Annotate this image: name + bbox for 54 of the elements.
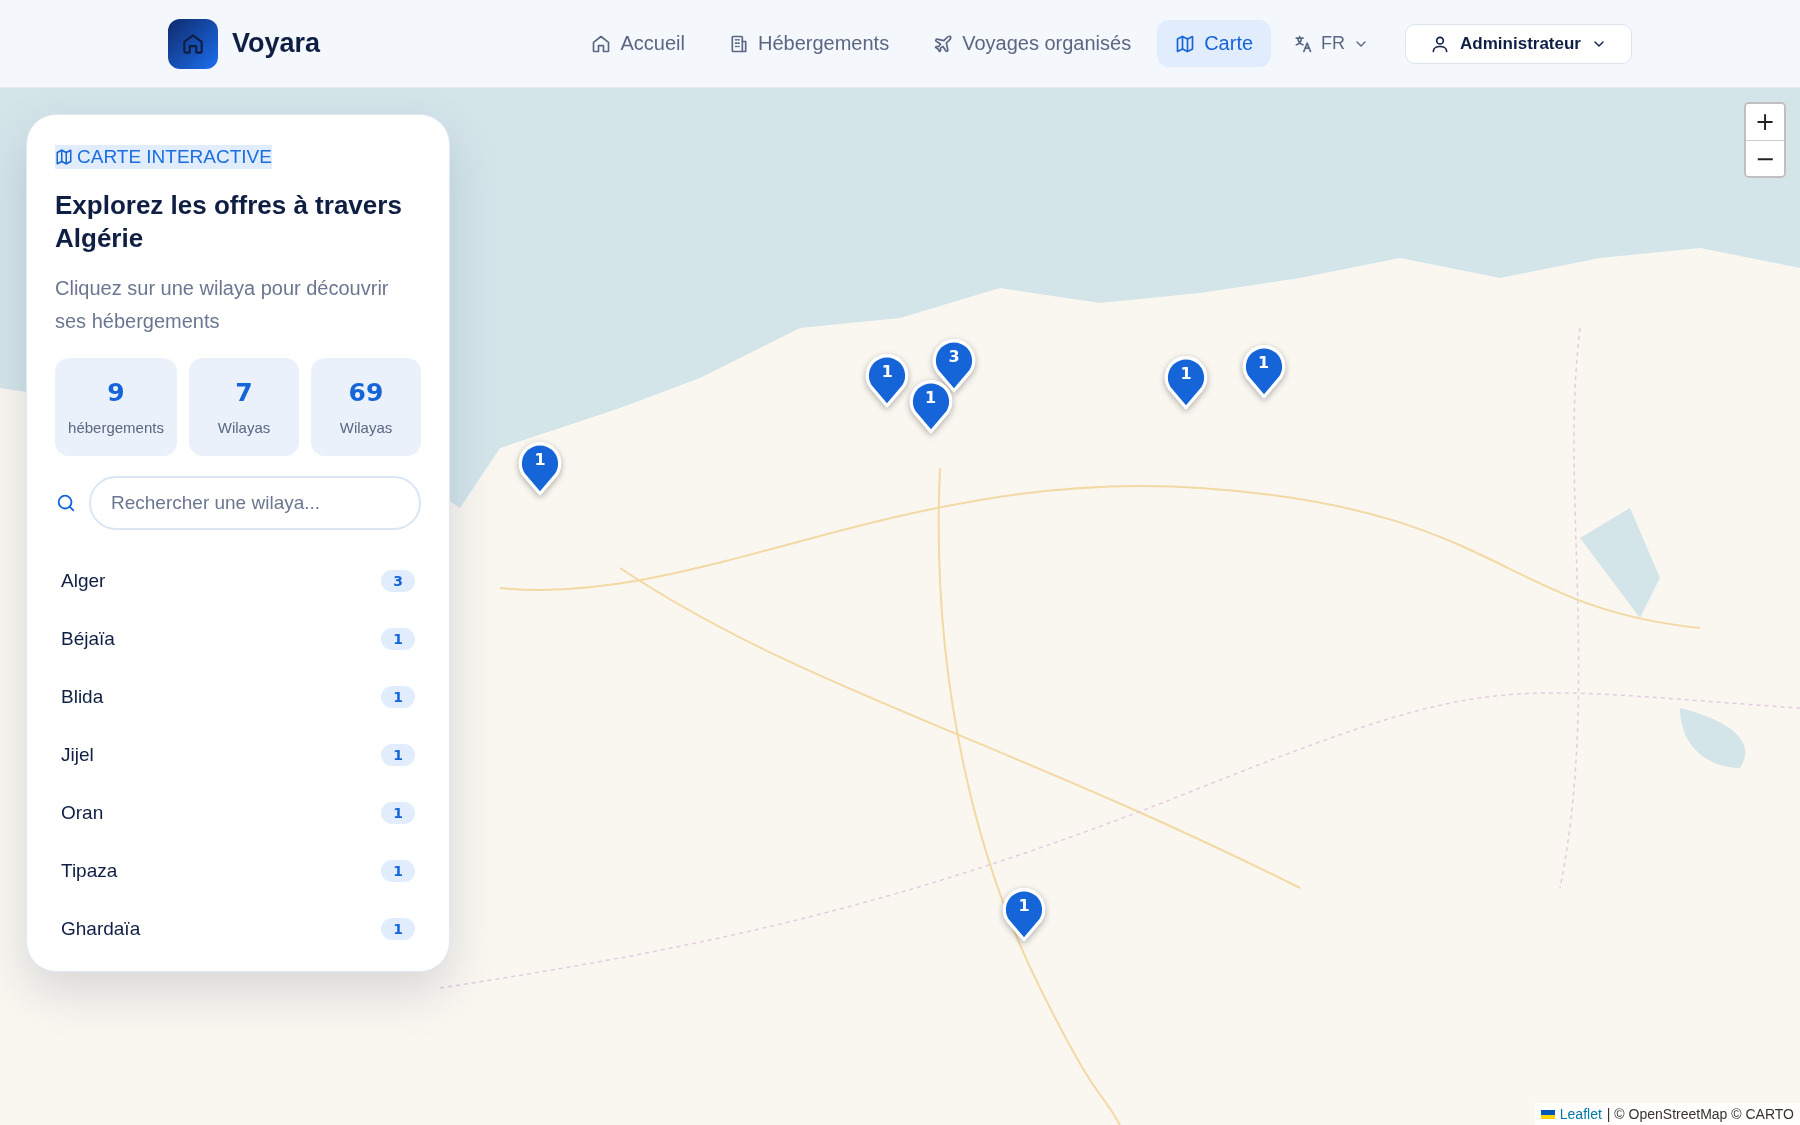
wilaya-list-item[interactable]: Alger 3 [55,552,421,610]
panel-title: Explorez les offres à travers Algérie [55,189,403,254]
zoom-out-button[interactable]: − [1746,140,1784,176]
wilaya-name: Alger [61,570,106,592]
nav-link[interactable]: Hébergements [710,20,908,67]
count-badge: 1 [381,628,415,650]
user-menu-button[interactable]: Administrateur [1405,23,1632,64]
search-field[interactable]: Rechercher une wilaya... [89,476,421,530]
stat-label: Wilayas [339,419,393,436]
map-marker[interactable]: 1 [518,439,562,497]
wilaya-list-item[interactable]: Jijel 1 [55,726,421,784]
count-badge: 1 [381,802,415,824]
map-marker[interactable]: 1 [908,377,953,435]
language-selector[interactable]: FR [1279,23,1384,64]
logo-icon [168,18,218,69]
section-label-text: CARTE INTERACTIVE [77,146,272,168]
nav-link[interactable]: Accueil [573,20,703,67]
flag-icon [1540,1109,1555,1119]
count-badge: 3 [381,570,415,592]
attribution-text: | © OpenStreetMap © CARTO [1606,1106,1794,1122]
count-badge: 1 [381,686,415,708]
wilaya-list-item[interactable]: Tipaza 1 [55,842,421,900]
plane-icon [933,33,954,54]
stat-value: 69 [348,378,384,407]
nav-link[interactable]: Voyages organisés [915,20,1150,67]
wilaya-list-item[interactable]: Blida 1 [55,668,421,726]
stat-value: 7 [235,378,253,407]
home-icon [591,33,612,54]
map-marker[interactable]: 1 [1164,353,1209,411]
leaflet-link[interactable]: Leaflet [1559,1106,1602,1122]
wilaya-list-item[interactable]: Ghardaïa 1 [55,900,421,958]
wilaya-name: Ghardaïa [61,918,141,940]
panel-subtitle: Cliquez sur une wilaya pour découvrir ses hébergements [55,276,390,334]
wilaya-name: Oran [61,802,104,824]
stat-value: 9 [107,378,125,407]
nav-link[interactable]: Carte [1157,20,1272,67]
map-marker[interactable]: 1 [865,351,910,409]
stat-label: hébergements [68,419,164,436]
wilaya-name: Tipaza [61,860,118,882]
count-badge: 1 [381,744,415,766]
map-icon [55,148,73,166]
translate-icon [1293,33,1314,54]
stat-label: Wilayas [217,419,271,436]
map-marker[interactable]: 1 [1002,885,1047,943]
count-badge: 1 [381,918,415,940]
wilaya-list-item[interactable]: Oran 1 [55,784,421,842]
count-badge: 1 [381,860,415,882]
search-icon [55,492,77,514]
wilaya-name: Béjaïa [61,628,115,650]
brand-name: Voyara [232,28,321,59]
map-icon [1175,33,1196,54]
wilaya-name: Blida [61,686,104,708]
wilaya-name: Jijel [61,744,94,766]
wilaya-list-item[interactable]: Béjaïa 1 [55,610,421,668]
